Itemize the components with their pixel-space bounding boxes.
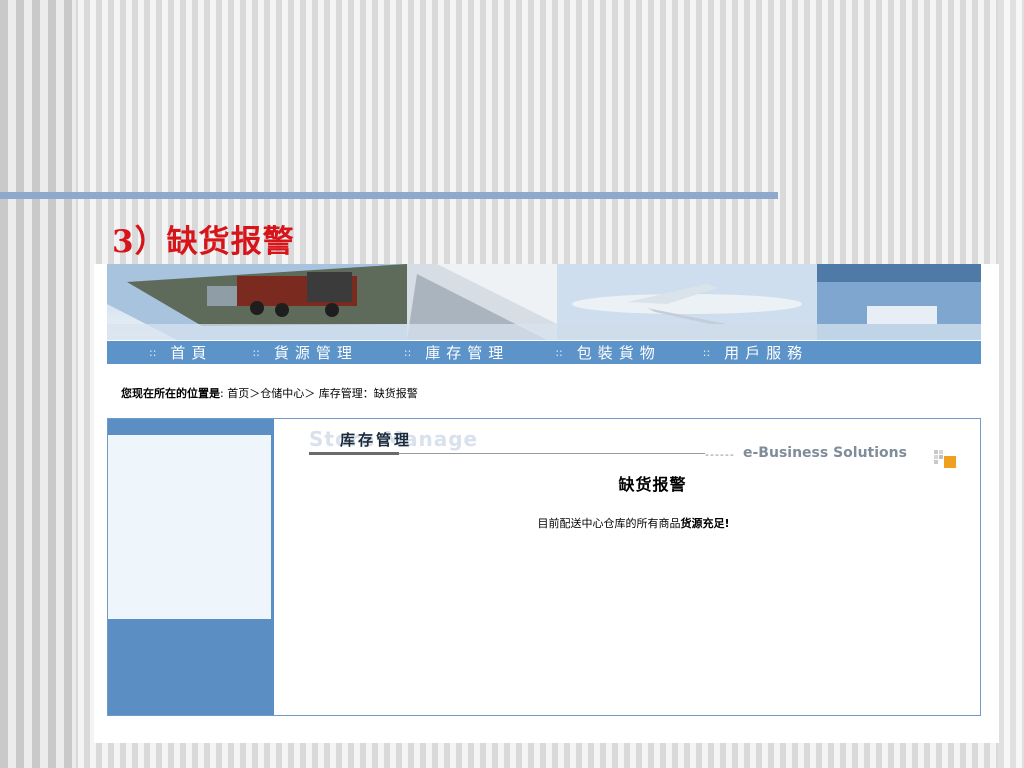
breadcrumb-path: 首页＞仓储中心＞ 库存管理：缺货报警 (227, 387, 418, 400)
web-screenshot: :: 首頁 :: 貨源管理 :: 庫存管理 :: 包裝貨物 :: 用戶服務 您现… (94, 264, 999, 743)
section-dashes: ------ (705, 448, 735, 461)
slide-background-stripes-left (0, 0, 76, 768)
nav-item-label: 包裝貨物 (576, 344, 661, 362)
breadcrumb-separator: : (220, 387, 224, 400)
alert-message-prefix: 目前配送中心仓库的所有商品 (537, 517, 681, 530)
sidebar-footer (108, 619, 271, 715)
content-panel: Store Manage 库存管理 ------ e-Business Solu… (107, 418, 981, 716)
header-banner (107, 264, 981, 340)
alert-message: 目前配送中心仓库的所有商品货源充足! (275, 515, 980, 531)
breadcrumb: 您现在所在的位置是: 首页＞仓储中心＞ 库存管理：缺货报警 (121, 385, 418, 401)
slide-rule (0, 192, 778, 199)
section-divider (399, 453, 705, 454)
breadcrumb-label: 您现在所在的位置是 (121, 387, 220, 400)
nav-item-packaging[interactable]: :: 包裝貨物 (555, 342, 660, 363)
sidebar (108, 419, 274, 715)
nav-bullet-icon: :: (149, 346, 157, 359)
main-nav: :: 首頁 :: 貨源管理 :: 庫存管理 :: 包裝貨物 :: 用戶服務 (107, 341, 981, 364)
nav-item-home[interactable]: :: 首頁 (149, 342, 212, 363)
nav-bullet-icon: :: (403, 346, 412, 359)
nav-item-label: 庫存管理 (425, 344, 510, 362)
slide-title: 3）缺货报警 (112, 224, 295, 260)
nav-item-label: 用戶服務 (724, 344, 809, 362)
nav-item-user-service[interactable]: :: 用戶服務 (703, 342, 808, 363)
section-title: 库存管理 (340, 431, 413, 449)
alert-heading: 缺货报警 (618, 475, 687, 494)
slide-background-stripes-right (998, 0, 1024, 768)
nav-item-supply[interactable]: :: 貨源管理 (252, 342, 357, 363)
section-underline (309, 452, 399, 455)
decorative-squares-icon (934, 450, 956, 468)
alert-message-emphasis: 货源充足 (680, 517, 725, 530)
nav-bullet-icon: :: (252, 346, 260, 359)
main-content: Store Manage 库存管理 ------ e-Business Solu… (275, 419, 980, 715)
nav-item-inventory[interactable]: :: 庫存管理 (404, 342, 509, 363)
nav-item-label: 貨源管理 (273, 344, 358, 362)
nav-bullet-icon: :: (702, 346, 711, 359)
nav-item-label: 首頁 (170, 344, 213, 362)
tagline: e-Business Solutions (743, 445, 907, 461)
nav-bullet-icon: :: (555, 346, 563, 359)
sidebar-header (108, 419, 271, 435)
banner-photo-collage (107, 264, 981, 340)
alert-message-suffix: ! (724, 517, 730, 530)
